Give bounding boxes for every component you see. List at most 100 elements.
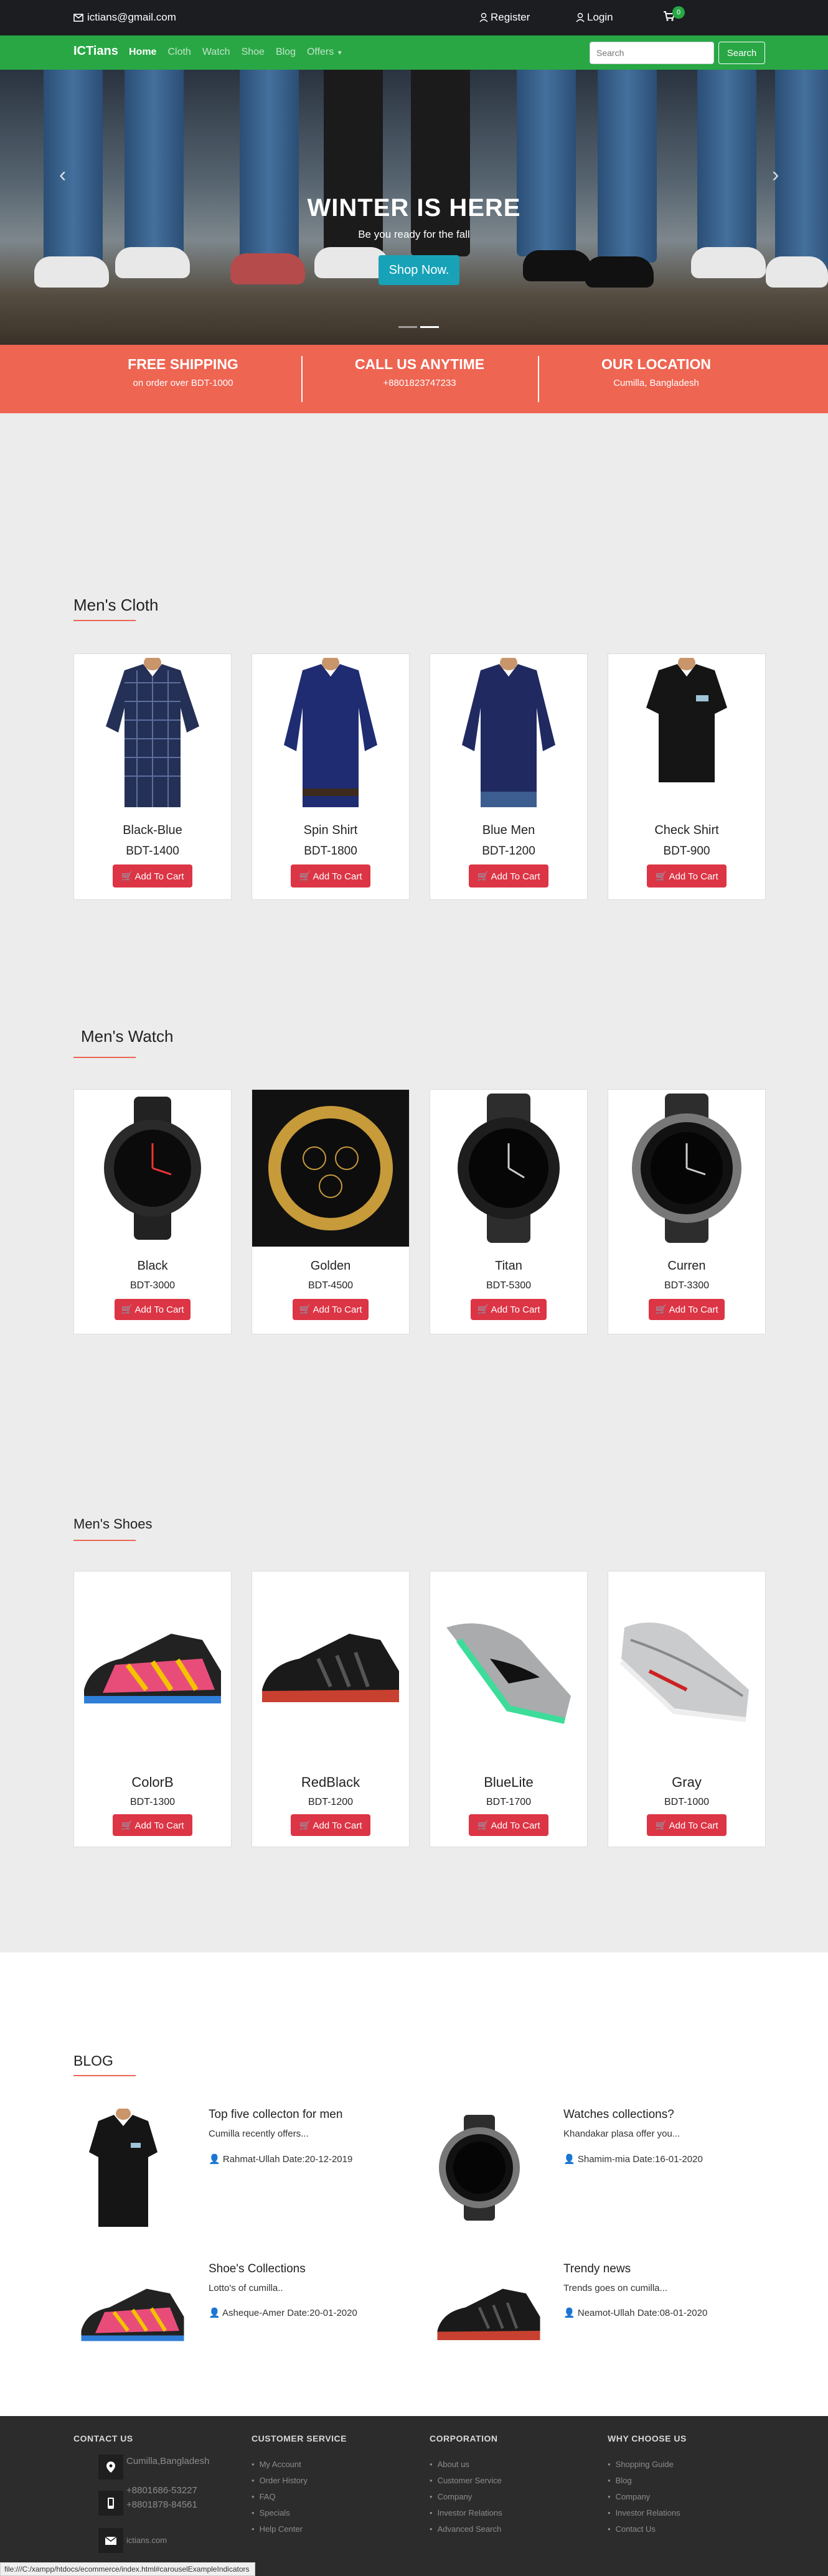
- blog-post-title[interactable]: Trendy news: [563, 2262, 631, 2276]
- footer-link[interactable]: Specials: [252, 2508, 290, 2517]
- footer-email[interactable]: ictians.com: [126, 2536, 167, 2545]
- nav-offers-dropdown[interactable]: Offers ▼: [307, 47, 343, 58]
- product-image[interactable]: [74, 1090, 231, 1247]
- product-image[interactable]: [430, 654, 587, 811]
- footer-link[interactable]: Contact Us: [608, 2524, 656, 2534]
- blog-post-meta: 👤 Shamim-mia Date:16-01-2020: [563, 2153, 703, 2165]
- product-image[interactable]: [252, 1571, 409, 1758]
- footer-link[interactable]: Investor Relations: [430, 2508, 502, 2517]
- nav-blog[interactable]: Blog: [276, 47, 296, 58]
- carousel-indicator[interactable]: [420, 326, 439, 328]
- footer-link[interactable]: Advanced Search: [430, 2524, 502, 2534]
- blog-image[interactable]: [430, 2104, 529, 2231]
- add-to-cart-button[interactable]: 🛒 Add To Cart: [647, 864, 727, 888]
- add-to-cart-button[interactable]: 🛒 Add To Cart: [115, 1299, 191, 1320]
- product-card: Blue Men BDT-1200 🛒 Add To Cart: [430, 653, 588, 900]
- product-price: BDT-1800: [304, 845, 357, 858]
- footer-link[interactable]: Company: [430, 2492, 473, 2501]
- product-card: Titan BDT-5300 🛒 Add To Cart: [430, 1089, 588, 1334]
- login-link[interactable]: Login: [576, 11, 613, 24]
- user-icon: 👤: [563, 2308, 575, 2318]
- product-name: RedBlack: [301, 1774, 360, 1790]
- blog-image[interactable]: [73, 2104, 173, 2231]
- footer-link[interactable]: Investor Relations: [608, 2508, 680, 2517]
- cart-count-badge: 0: [672, 6, 685, 19]
- blog-post-meta: 👤 Rahmat-Ullah Date:20-12-2019: [209, 2153, 352, 2165]
- nav-watch[interactable]: Watch: [202, 47, 230, 58]
- footer-address: Cumilla,Bangladesh: [126, 2456, 210, 2466]
- polo-shirt-icon: [646, 658, 727, 782]
- user-icon: 👤: [209, 2308, 220, 2318]
- product-image[interactable]: [74, 654, 231, 811]
- footer-link[interactable]: Company: [608, 2492, 651, 2501]
- product-image[interactable]: [608, 1571, 765, 1758]
- nav-shoe[interactable]: Shoe: [242, 47, 265, 58]
- carousel-next-icon[interactable]: ›: [772, 163, 779, 187]
- footer-phone: +8801878-84561: [126, 2499, 197, 2510]
- nav-home[interactable]: Home: [129, 47, 156, 58]
- add-to-cart-button[interactable]: 🛒 Add To Cart: [293, 1299, 369, 1320]
- footer-link[interactable]: Shopping Guide: [608, 2460, 674, 2469]
- hero-photo-shoe: [766, 256, 828, 288]
- blog-post-title[interactable]: Watches collections?: [563, 2108, 674, 2122]
- footer-link[interactable]: Help Center: [252, 2524, 303, 2534]
- add-to-cart-button[interactable]: 🛒 Add To Cart: [649, 1299, 725, 1320]
- blog-post-desc: Khandakar plasa offer you...: [563, 2129, 680, 2139]
- email-link[interactable]: ictians@gmail.com: [73, 11, 176, 24]
- blog-image[interactable]: [73, 2253, 192, 2371]
- footer-link[interactable]: Order History: [252, 2476, 308, 2485]
- carousel-prev-icon[interactable]: ‹: [59, 163, 66, 187]
- blog-post-title[interactable]: Shoe's Collections: [209, 2262, 306, 2276]
- product-image[interactable]: [430, 1090, 587, 1247]
- blog-image[interactable]: [430, 2253, 548, 2371]
- product-image[interactable]: [74, 1571, 231, 1758]
- add-to-cart-button[interactable]: 🛒 Add To Cart: [291, 864, 370, 888]
- hero-carousel: ‹ › WINTER IS HERE Be you ready for the …: [0, 70, 828, 345]
- product-price: BDT-5300: [486, 1280, 532, 1291]
- add-to-cart-button[interactable]: 🛒 Add To Cart: [469, 1814, 548, 1836]
- register-link[interactable]: Register: [479, 11, 530, 24]
- section-underline: [73, 1540, 136, 1541]
- add-to-cart-button[interactable]: 🛒 Add To Cart: [647, 1814, 727, 1836]
- info-heading: OUR LOCATION: [601, 356, 711, 372]
- nav-cloth[interactable]: Cloth: [167, 47, 191, 58]
- blog-post-desc: Cumilla recently offers...: [209, 2129, 309, 2139]
- cart-icon: 🛒: [299, 1304, 311, 1315]
- main-navbar: ICTians Home Cloth Watch Shoe Blog Offer…: [0, 35, 828, 70]
- add-to-cart-button[interactable]: 🛒 Add To Cart: [113, 864, 192, 888]
- search-input[interactable]: [590, 42, 714, 64]
- product-image[interactable]: [430, 1571, 587, 1758]
- shirt-icon: [462, 658, 555, 807]
- footer-link[interactable]: My Account: [252, 2460, 301, 2469]
- watch-icon: [632, 1094, 741, 1243]
- footer-link[interactable]: About us: [430, 2460, 469, 2469]
- add-to-cart-button[interactable]: 🛒 Add To Cart: [471, 1299, 547, 1320]
- add-to-cart-label: Add To Cart: [669, 1820, 718, 1831]
- footer-link[interactable]: Customer Service: [430, 2476, 502, 2485]
- product-name: Curren: [667, 1259, 706, 1273]
- footer-link[interactable]: Blog: [608, 2476, 632, 2485]
- cart-icon: 🛒: [477, 1304, 489, 1315]
- product-image[interactable]: [608, 1090, 765, 1247]
- blog-post-title[interactable]: Top five collecton for men: [209, 2108, 342, 2122]
- shirt-icon: [284, 658, 377, 807]
- product-name: BlueLite: [484, 1774, 534, 1790]
- add-to-cart-label: Add To Cart: [669, 871, 718, 882]
- shop-now-button[interactable]: Shop Now.: [379, 255, 459, 285]
- product-image[interactable]: [252, 654, 409, 811]
- section-title-blog: BLOG: [73, 2053, 113, 2069]
- product-card: Black BDT-3000 🛒 Add To Cart: [73, 1089, 232, 1334]
- product-name: Black-Blue: [123, 823, 182, 837]
- brand-logo[interactable]: ICTians: [73, 44, 118, 59]
- product-price: BDT-3300: [664, 1280, 710, 1291]
- product-name: Blue Men: [482, 823, 535, 837]
- add-to-cart-button[interactable]: 🛒 Add To Cart: [291, 1814, 370, 1836]
- product-image[interactable]: [252, 1090, 409, 1247]
- add-to-cart-button[interactable]: 🛒 Add To Cart: [469, 864, 548, 888]
- carousel-indicator[interactable]: [398, 326, 417, 328]
- product-image[interactable]: [608, 654, 765, 811]
- footer-link[interactable]: FAQ: [252, 2492, 276, 2501]
- add-to-cart-button[interactable]: 🛒 Add To Cart: [113, 1814, 192, 1836]
- search-button[interactable]: Search: [718, 42, 765, 64]
- watch-icon: [439, 2114, 520, 2221]
